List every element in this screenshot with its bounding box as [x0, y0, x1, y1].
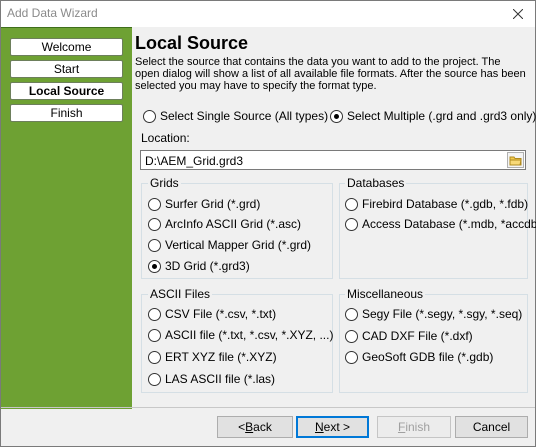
misc-option-geosoft-gdb[interactable]: GeoSoft GDB file (*.gdb): [345, 350, 493, 364]
page-description: Select the source that contains the data…: [135, 56, 526, 92]
select-single-source-radio[interactable]: Select Single Source (All types): [143, 109, 328, 123]
database-option-label: Firebird Database (*.gdb, *.fdb): [362, 197, 529, 211]
grid-option-label: Surfer Grid (*.grd): [165, 197, 261, 211]
grid-option-label: 3D Grid (*.grd3): [165, 259, 250, 273]
database-option-firebird[interactable]: Firebird Database (*.gdb, *.fdb): [345, 197, 528, 211]
title-bar: Add Data Wizard: [1, 1, 535, 27]
next-mnemonic: N: [314, 420, 324, 434]
page-heading: Local Source: [135, 33, 249, 53]
ascii-option-ert-xyz[interactable]: ERT XYZ file (*.XYZ): [148, 350, 277, 364]
grids-group-title: Grids: [148, 176, 181, 190]
select-single-source-label: Select Single Source (All types): [160, 109, 329, 123]
back-mnemonic: B: [245, 420, 254, 434]
radio-indicator: [345, 350, 358, 364]
misc-option-label: Segy File (*.segy, *.sgy, *.seq): [362, 307, 523, 321]
step-local-source[interactable]: Local Source: [10, 82, 123, 100]
radio-indicator: [345, 307, 358, 321]
ascii-option-label: ERT XYZ file (*.XYZ): [165, 350, 277, 364]
ascii-option-label: ASCII file (*.txt, *.csv, *.XYZ, ...): [165, 328, 334, 342]
cancel-label: Cancel: [472, 420, 511, 434]
finish-rest: inish: [405, 420, 431, 434]
finish-button[interactable]: Finish: [377, 416, 451, 438]
miscellaneous-group-title: Miscellaneous: [345, 287, 426, 301]
grid-option-surfer[interactable]: Surfer Grid (*.grd): [148, 197, 260, 211]
ascii-option-label: CSV File (*.csv, *.txt): [165, 307, 277, 321]
radio-indicator: [330, 109, 343, 123]
grid-option-label: ArcInfo ASCII Grid (*.asc): [165, 217, 302, 231]
radio-indicator: [143, 109, 156, 123]
radio-indicator: [148, 197, 161, 211]
footer-divider: [1, 407, 535, 408]
step-start-label: Start: [53, 62, 80, 76]
radio-indicator: [148, 259, 161, 273]
misc-option-cad-dxf[interactable]: CAD DXF File (*.dxf): [345, 329, 473, 343]
radio-indicator: [345, 217, 358, 231]
radio-indicator: [148, 328, 161, 342]
radio-indicator: [148, 350, 161, 364]
radio-indicator: [345, 329, 358, 343]
ascii-option-label: LAS ASCII file (*.las): [165, 372, 276, 386]
step-start[interactable]: Start: [10, 60, 123, 78]
database-option-label: Access Database (*.mdb, *accdb): [362, 217, 536, 231]
wizard-steps-sidebar: Welcome Start Local Source Finish: [1, 27, 132, 409]
radio-indicator: [148, 372, 161, 386]
back-rest: ack: [253, 420, 272, 434]
misc-option-label: CAD DXF File (*.dxf): [362, 329, 473, 343]
location-label: Location:: [141, 131, 190, 145]
radio-indicator: [148, 238, 161, 252]
close-button[interactable]: [507, 4, 529, 24]
step-welcome[interactable]: Welcome: [10, 38, 123, 56]
ascii-option-csv[interactable]: CSV File (*.csv, *.txt): [148, 307, 276, 321]
step-local-source-label: Local Source: [28, 84, 105, 98]
select-multiple-radio[interactable]: Select Multiple (.grd and .grd3 only): [330, 109, 536, 123]
next-button[interactable]: Next >: [296, 416, 369, 438]
databases-group-title: Databases: [345, 176, 407, 190]
ascii-option-ascii-file[interactable]: ASCII file (*.txt, *.csv, *.XYZ, ...): [148, 328, 333, 342]
radio-indicator: [148, 217, 161, 231]
database-option-access[interactable]: Access Database (*.mdb, *accdb): [345, 217, 536, 231]
step-finish-label: Finish: [50, 106, 83, 120]
location-value: D:\AEM_Grid.grd3: [145, 154, 244, 168]
finish-mnemonic: F: [397, 420, 406, 434]
grid-option-vertical-mapper[interactable]: Vertical Mapper Grid (*.grd): [148, 238, 311, 252]
misc-option-label: GeoSoft GDB file (*.gdb): [362, 350, 494, 364]
back-button[interactable]: < Back: [217, 416, 293, 438]
add-data-wizard-window: Add Data Wizard Welcome Start Local Sour…: [0, 0, 536, 447]
grid-option-label: Vertical Mapper Grid (*.grd): [165, 238, 312, 252]
window-title: Add Data Wizard: [7, 6, 98, 20]
cancel-button[interactable]: Cancel: [455, 416, 528, 438]
step-welcome-label: Welcome: [41, 40, 92, 54]
grid-option-arcinfo[interactable]: ArcInfo ASCII Grid (*.asc): [148, 217, 301, 231]
ascii-files-group-title: ASCII Files: [148, 287, 213, 301]
folder-icon: [507, 152, 524, 168]
misc-option-segy[interactable]: Segy File (*.segy, *.sgy, *.seq): [345, 307, 522, 321]
close-icon: [513, 9, 523, 19]
location-field[interactable]: D:\AEM_Grid.grd3: [140, 150, 526, 170]
radio-indicator: [148, 307, 161, 321]
browse-button[interactable]: [507, 152, 524, 168]
select-multiple-label: Select Multiple (.grd and .grd3 only): [347, 109, 536, 123]
radio-indicator: [345, 197, 358, 211]
grid-option-3d-grid[interactable]: 3D Grid (*.grd3): [148, 259, 250, 273]
next-rest: ext >: [323, 420, 351, 434]
ascii-option-las[interactable]: LAS ASCII file (*.las): [148, 372, 275, 386]
back-prefix: <: [238, 420, 246, 434]
step-finish[interactable]: Finish: [10, 104, 123, 122]
